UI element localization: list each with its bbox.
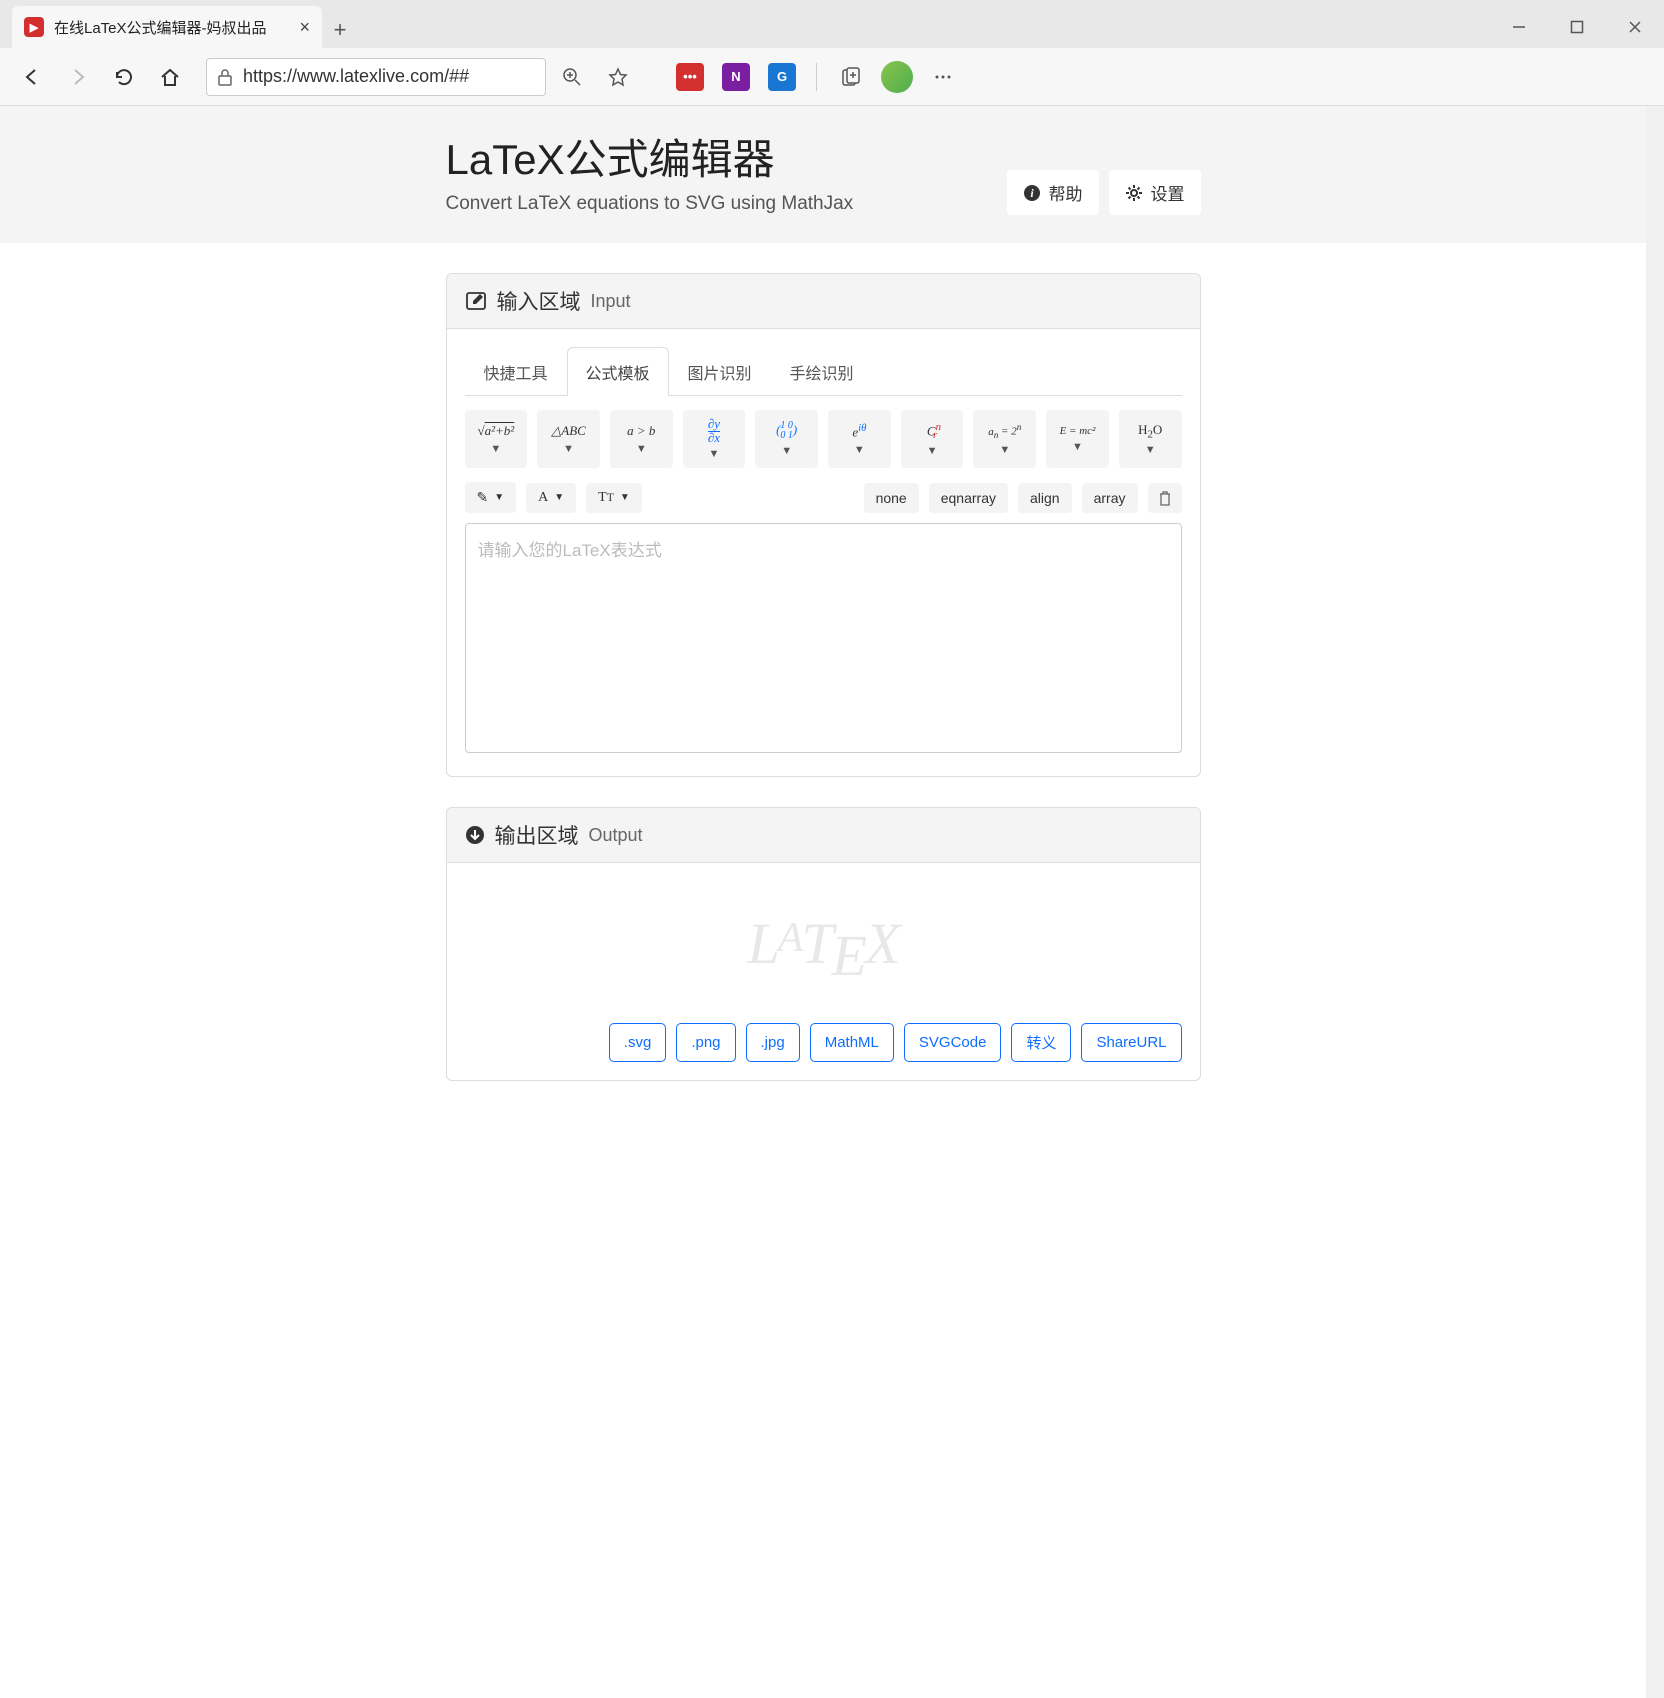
font-dropdown[interactable]: A▼: [526, 483, 576, 513]
menu-icon[interactable]: [923, 57, 963, 97]
brush-icon: ✎: [477, 489, 489, 506]
template-partial[interactable]: ∂y∂x▼: [683, 410, 746, 468]
input-panel-header: 输入区域 Input: [447, 274, 1200, 329]
template-combination[interactable]: Cnr▼: [901, 410, 964, 468]
url-bar[interactable]: https://www.latexlive.com/##: [206, 58, 546, 96]
template-sqrt[interactable]: √a²+b²▼: [465, 410, 528, 468]
gear-icon: [1125, 184, 1143, 202]
template-einstein[interactable]: E = mc²▼: [1046, 410, 1109, 468]
url-text: https://www.latexlive.com/##: [243, 66, 469, 87]
latex-placeholder-logo: LATEX: [747, 910, 898, 977]
export-png[interactable]: .png: [676, 1023, 735, 1062]
format-array[interactable]: array: [1082, 483, 1138, 513]
extension-translate[interactable]: G: [762, 57, 802, 97]
export-jpg[interactable]: .jpg: [746, 1023, 800, 1062]
page-subtitle: Convert LaTeX equations to SVG using Mat…: [446, 193, 854, 215]
page-title: LaTeX公式编辑器: [446, 126, 854, 187]
collections-icon[interactable]: [831, 57, 871, 97]
separator: [816, 63, 817, 91]
minimize-button[interactable]: [1490, 6, 1548, 48]
latex-input[interactable]: [465, 523, 1182, 753]
export-svg[interactable]: .svg: [609, 1023, 667, 1062]
input-panel: 输入区域 Input 快捷工具 公式模板 图片识别 手绘识别 √a²+b²▼ △…: [446, 273, 1201, 777]
refresh-button[interactable]: [104, 57, 144, 97]
output-panel: 输出区域 Output LATEX .svg .png .jpg MathML …: [446, 807, 1201, 1081]
extension-lastpass[interactable]: •••: [670, 57, 710, 97]
export-shareurl[interactable]: ShareURL: [1081, 1023, 1181, 1062]
export-svgcode[interactable]: SVGCode: [904, 1023, 1002, 1062]
template-inequality[interactable]: a > b▼: [610, 410, 673, 468]
tab-title: 在线LaTeX公式编辑器-妈叔出品: [54, 17, 289, 38]
close-tab-icon[interactable]: ×: [299, 17, 310, 38]
export-mathml[interactable]: MathML: [810, 1023, 894, 1062]
zoom-icon[interactable]: [552, 57, 592, 97]
tab-templates[interactable]: 公式模板: [567, 347, 669, 396]
tab-image-ocr[interactable]: 图片识别: [669, 347, 771, 396]
forward-button[interactable]: [58, 57, 98, 97]
clear-button[interactable]: [1148, 483, 1182, 513]
brush-dropdown[interactable]: ✎▼: [465, 482, 517, 513]
format-eqnarray[interactable]: eqnarray: [929, 483, 1008, 513]
template-chemistry[interactable]: H2O▼: [1119, 410, 1182, 468]
template-euler[interactable]: eiθ▼: [828, 410, 891, 468]
info-icon: i: [1023, 184, 1041, 202]
tab-quick-tools[interactable]: 快捷工具: [465, 347, 567, 396]
tab-handwriting[interactable]: 手绘识别: [771, 347, 873, 396]
close-window-button[interactable]: [1606, 6, 1664, 48]
export-escape[interactable]: 转义: [1011, 1023, 1071, 1062]
download-icon: [465, 825, 485, 845]
lock-icon: [217, 68, 233, 86]
extension-onenote[interactable]: N: [716, 57, 756, 97]
template-sequence[interactable]: an = 2n▼: [973, 410, 1036, 468]
output-panel-header: 输出区域 Output: [447, 808, 1200, 863]
edit-icon: [465, 290, 487, 312]
favicon-icon: ▶: [24, 17, 44, 37]
favorite-icon[interactable]: [598, 57, 638, 97]
home-button[interactable]: [150, 57, 190, 97]
input-tabs: 快捷工具 公式模板 图片识别 手绘识别: [465, 347, 1182, 396]
template-row: √a²+b²▼ △ABC▼ a > b▼ ∂y∂x▼ (1 00 1)▼ eiθ…: [465, 410, 1182, 468]
back-button[interactable]: [12, 57, 52, 97]
output-preview: LATEX: [447, 863, 1200, 1023]
format-none[interactable]: none: [864, 483, 919, 513]
template-triangle[interactable]: △ABC▼: [537, 410, 600, 468]
new-tab-button[interactable]: +: [322, 12, 358, 48]
trash-icon: [1158, 490, 1172, 506]
settings-button[interactable]: 设置: [1109, 170, 1201, 215]
size-dropdown[interactable]: TT▼: [586, 483, 642, 513]
maximize-button[interactable]: [1548, 6, 1606, 48]
help-button[interactable]: i帮助: [1007, 170, 1099, 215]
browser-tab[interactable]: ▶ 在线LaTeX公式编辑器-妈叔出品 ×: [12, 6, 322, 48]
format-align[interactable]: align: [1018, 483, 1072, 513]
template-matrix[interactable]: (1 00 1)▼: [755, 410, 818, 468]
profile-avatar[interactable]: [877, 57, 917, 97]
